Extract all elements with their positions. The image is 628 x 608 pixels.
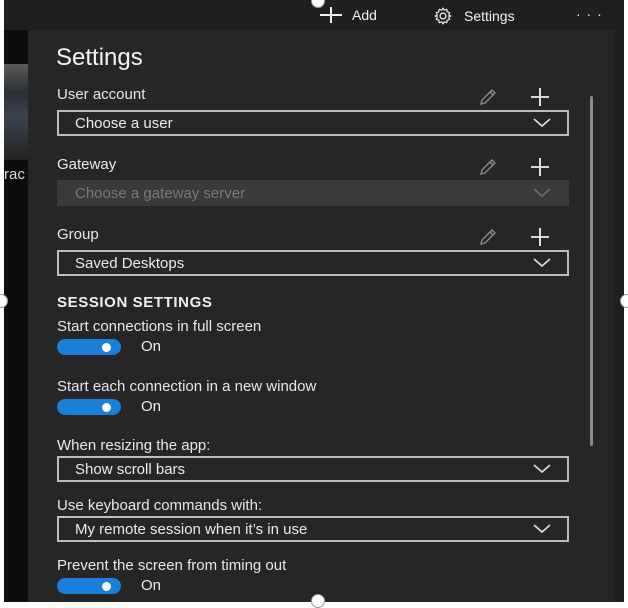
user-account-label: User account bbox=[57, 86, 146, 103]
plus-icon bbox=[531, 88, 549, 106]
timeout-toggle-row: On bbox=[57, 577, 161, 594]
gear-icon bbox=[434, 7, 452, 25]
resize-handle[interactable] bbox=[311, 594, 325, 608]
resizing-select-value: Show scroll bars bbox=[75, 460, 186, 478]
gateway-select-placeholder: Choose a gateway server bbox=[75, 184, 246, 202]
chevron-down-icon bbox=[533, 464, 551, 474]
full-screen-state: On bbox=[141, 338, 162, 355]
plus-icon bbox=[320, 7, 342, 23]
chevron-down-icon bbox=[533, 258, 551, 268]
resizing-label: When resizing the app: bbox=[57, 437, 211, 454]
background-partial-text: rac bbox=[4, 166, 25, 183]
edit-group-button[interactable] bbox=[476, 225, 500, 249]
ellipsis-icon: · · · bbox=[576, 6, 603, 22]
new-window-label: Start each connection in a new window bbox=[57, 378, 317, 395]
resize-handle[interactable] bbox=[620, 294, 628, 308]
pencil-icon bbox=[480, 229, 496, 245]
timeout-label: Prevent the screen from timing out bbox=[57, 557, 287, 574]
add-group-button[interactable] bbox=[528, 225, 552, 249]
toggle-knob bbox=[102, 402, 111, 412]
gateway-label: Gateway bbox=[57, 156, 117, 173]
add-user-button[interactable] bbox=[528, 85, 552, 109]
full-screen-toggle[interactable] bbox=[57, 338, 121, 355]
toggle-knob bbox=[102, 342, 111, 352]
resizing-select[interactable]: Show scroll bars bbox=[57, 456, 569, 482]
full-screen-label: Start connections in full screen bbox=[57, 318, 262, 335]
group-label: Group bbox=[57, 226, 99, 243]
keyboard-select-value: My remote session when it’s in use bbox=[75, 520, 308, 538]
chevron-down-icon bbox=[533, 118, 551, 128]
chevron-down-icon bbox=[533, 524, 551, 534]
new-window-toggle[interactable] bbox=[57, 398, 121, 415]
plus-icon bbox=[531, 228, 549, 246]
pencil-icon bbox=[480, 89, 496, 105]
add-label: Add bbox=[352, 7, 377, 23]
user-select[interactable]: Choose a user bbox=[57, 110, 569, 136]
full-screen-toggle-row: On bbox=[57, 338, 161, 355]
new-window-toggle-row: On bbox=[57, 398, 161, 415]
more-options-button[interactable]: · · · bbox=[576, 6, 603, 22]
background-thumbnail bbox=[4, 64, 28, 160]
scrollbar[interactable] bbox=[590, 96, 593, 446]
timeout-toggle[interactable] bbox=[57, 577, 121, 594]
group-select-value: Saved Desktops bbox=[75, 254, 185, 272]
session-settings-heading: SESSION SETTINGS bbox=[57, 294, 213, 311]
add-gateway-button[interactable] bbox=[528, 155, 552, 179]
user-select-value: Choose a user bbox=[75, 114, 173, 132]
toggle-knob bbox=[102, 581, 111, 591]
new-window-state: On bbox=[141, 398, 162, 415]
settings-label: Settings bbox=[464, 8, 515, 24]
page-title: Settings bbox=[56, 44, 143, 71]
keyboard-label: Use keyboard commands with: bbox=[57, 497, 263, 514]
keyboard-select[interactable]: My remote session when it’s in use bbox=[57, 516, 569, 542]
gateway-select: Choose a gateway server bbox=[57, 180, 569, 206]
add-button[interactable]: Add bbox=[318, 6, 377, 24]
chevron-down-icon bbox=[533, 188, 551, 198]
group-select[interactable]: Saved Desktops bbox=[57, 250, 569, 276]
edit-user-button[interactable] bbox=[476, 85, 500, 109]
timeout-state: On bbox=[141, 577, 162, 594]
settings-button[interactable]: Settings bbox=[430, 6, 515, 26]
pencil-icon bbox=[480, 159, 496, 175]
edit-gateway-button[interactable] bbox=[476, 155, 500, 179]
plus-icon bbox=[531, 158, 549, 176]
